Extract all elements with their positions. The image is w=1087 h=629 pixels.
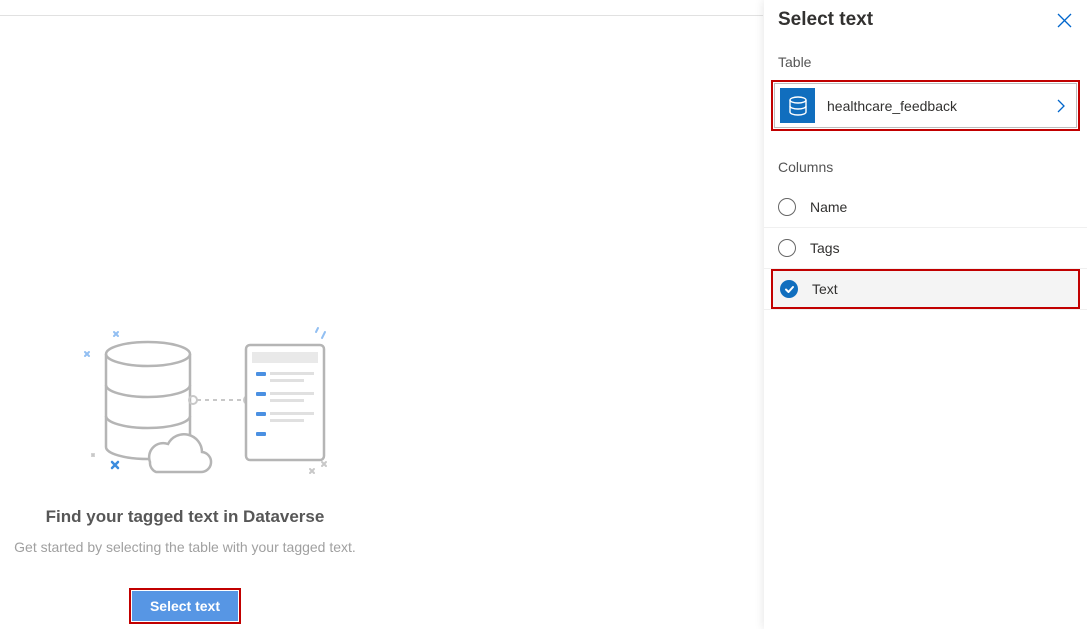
select-text-button[interactable]: Select text	[132, 591, 238, 621]
highlight-box: Select text	[129, 588, 241, 624]
column-option-selected[interactable]: Text	[764, 269, 1087, 310]
database-icon-box	[780, 88, 815, 123]
table-selector[interactable]: healthcare_feedback	[774, 83, 1077, 128]
main-subtext: Get started by selecting the table with …	[0, 539, 370, 555]
main-content: Find your tagged text in Dataverse Get s…	[0, 322, 370, 624]
highlight-box: Text	[771, 269, 1080, 309]
panel-title: Select text	[778, 9, 873, 31]
column-name: Tags	[810, 240, 840, 256]
divider	[0, 15, 763, 16]
column-name: Text	[812, 281, 838, 297]
radio-checked-icon	[780, 280, 798, 298]
panel-header: Select text	[764, 0, 1087, 40]
radio-unchecked-icon	[778, 198, 796, 216]
chevron-right-icon	[1056, 98, 1066, 114]
close-button[interactable]	[1055, 11, 1073, 29]
column-option[interactable]: Name	[764, 187, 1087, 228]
radio-unchecked-icon	[778, 239, 796, 257]
side-panel: Select text Table healthcare_feedback Co…	[764, 0, 1087, 629]
column-option[interactable]: Tags	[764, 228, 1087, 269]
columns-section-label: Columns	[764, 131, 1087, 187]
database-icon	[787, 95, 809, 117]
highlight-box: healthcare_feedback	[771, 80, 1080, 131]
table-name: healthcare_feedback	[827, 98, 1056, 114]
close-icon	[1057, 13, 1072, 28]
main-heading: Find your tagged text in Dataverse	[0, 507, 370, 527]
illustration	[40, 322, 330, 482]
column-name: Name	[810, 199, 847, 215]
table-section-label: Table	[764, 40, 1087, 80]
